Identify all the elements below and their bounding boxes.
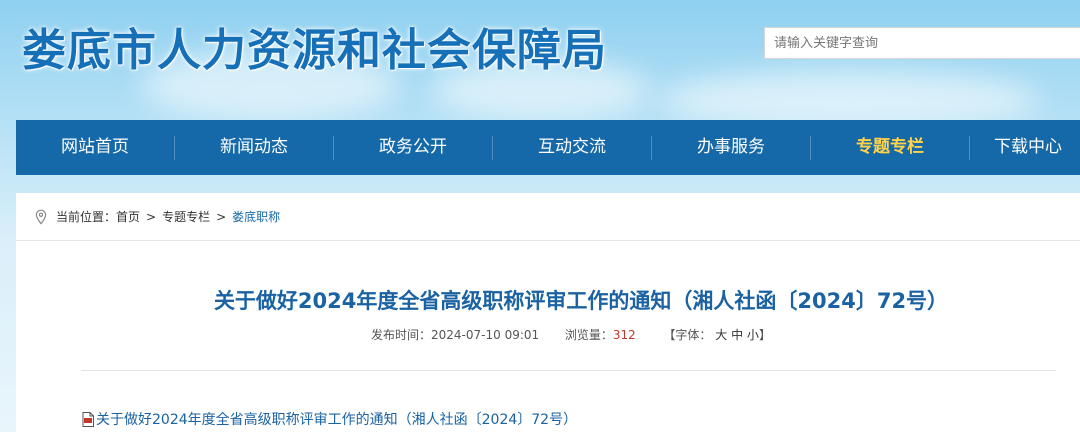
header-banner: 娄底市人力资源和社会保障局 (0, 0, 1080, 120)
publish-time: 2024-07-10 09:01 (431, 328, 540, 342)
breadcrumb-separator: > (146, 209, 157, 224)
article-title: 关于做好2024年度全省高级职称评审工作的通知（湘人社函〔2024〕72号） (213, 289, 949, 313)
attachment-label[interactable]: 关于做好2024年度全省高级职称评审工作的通知（湘人社函〔2024〕72号） (96, 409, 577, 429)
font-size-small-button[interactable]: 小 (747, 328, 759, 342)
pdf-file-icon (82, 411, 94, 427)
breadcrumb: 当前位置： 首页 > 专题专栏 > 娄底职称 (16, 193, 1080, 241)
nav-item-special-topics[interactable]: 专题专栏 (811, 120, 969, 175)
divider (81, 370, 1056, 371)
font-size-close: 】 (758, 328, 771, 342)
search-input[interactable] (765, 35, 1080, 51)
location-pin-icon (35, 209, 47, 225)
views-label: 浏览量： (564, 328, 613, 342)
site-title: 娄底市人力资源和社会保障局 (22, 25, 607, 76)
nav-item-home[interactable]: 网站首页 (16, 120, 174, 175)
main-nav: 网站首页 新闻动态 政务公开 互动交流 办事服务 专题专栏 下载中心 (16, 120, 1080, 175)
font-size-label: 【字体： (663, 328, 712, 342)
breadcrumb-separator: > (216, 209, 227, 224)
content-panel: 当前位置： 首页 > 专题专栏 > 娄底职称 关于做好2024年度全省高级职称评… (16, 193, 1080, 432)
font-size-medium-button[interactable]: 中 (731, 328, 743, 342)
breadcrumb-item-current[interactable]: 娄底职称 (232, 208, 280, 225)
nav-item-interaction[interactable]: 互动交流 (493, 120, 651, 175)
view-count: 312 (612, 328, 636, 342)
breadcrumb-item-home[interactable]: 首页 (116, 208, 140, 225)
attachment-link[interactable]: 关于做好2024年度全省高级职称评审工作的通知（湘人社函〔2024〕72号） (82, 409, 577, 429)
article-meta: 发布时间：2024-07-10 09:01 浏览量：312 【字体： 大 中 小… (371, 326, 771, 343)
font-size-large-button[interactable]: 大 (715, 328, 727, 342)
nav-item-downloads[interactable]: 下载中心 (970, 120, 1080, 175)
banner-cloud (660, 70, 1040, 120)
breadcrumb-prefix: 当前位置： (56, 210, 117, 224)
nav-item-services[interactable]: 办事服务 (652, 120, 810, 175)
nav-item-news[interactable]: 新闻动态 (175, 120, 333, 175)
nav-item-gov-affairs[interactable]: 政务公开 (334, 120, 492, 175)
publish-time-label: 发布时间： (371, 328, 432, 342)
search-box[interactable] (764, 27, 1080, 59)
breadcrumb-item-special-topics[interactable]: 专题专栏 (162, 208, 210, 225)
